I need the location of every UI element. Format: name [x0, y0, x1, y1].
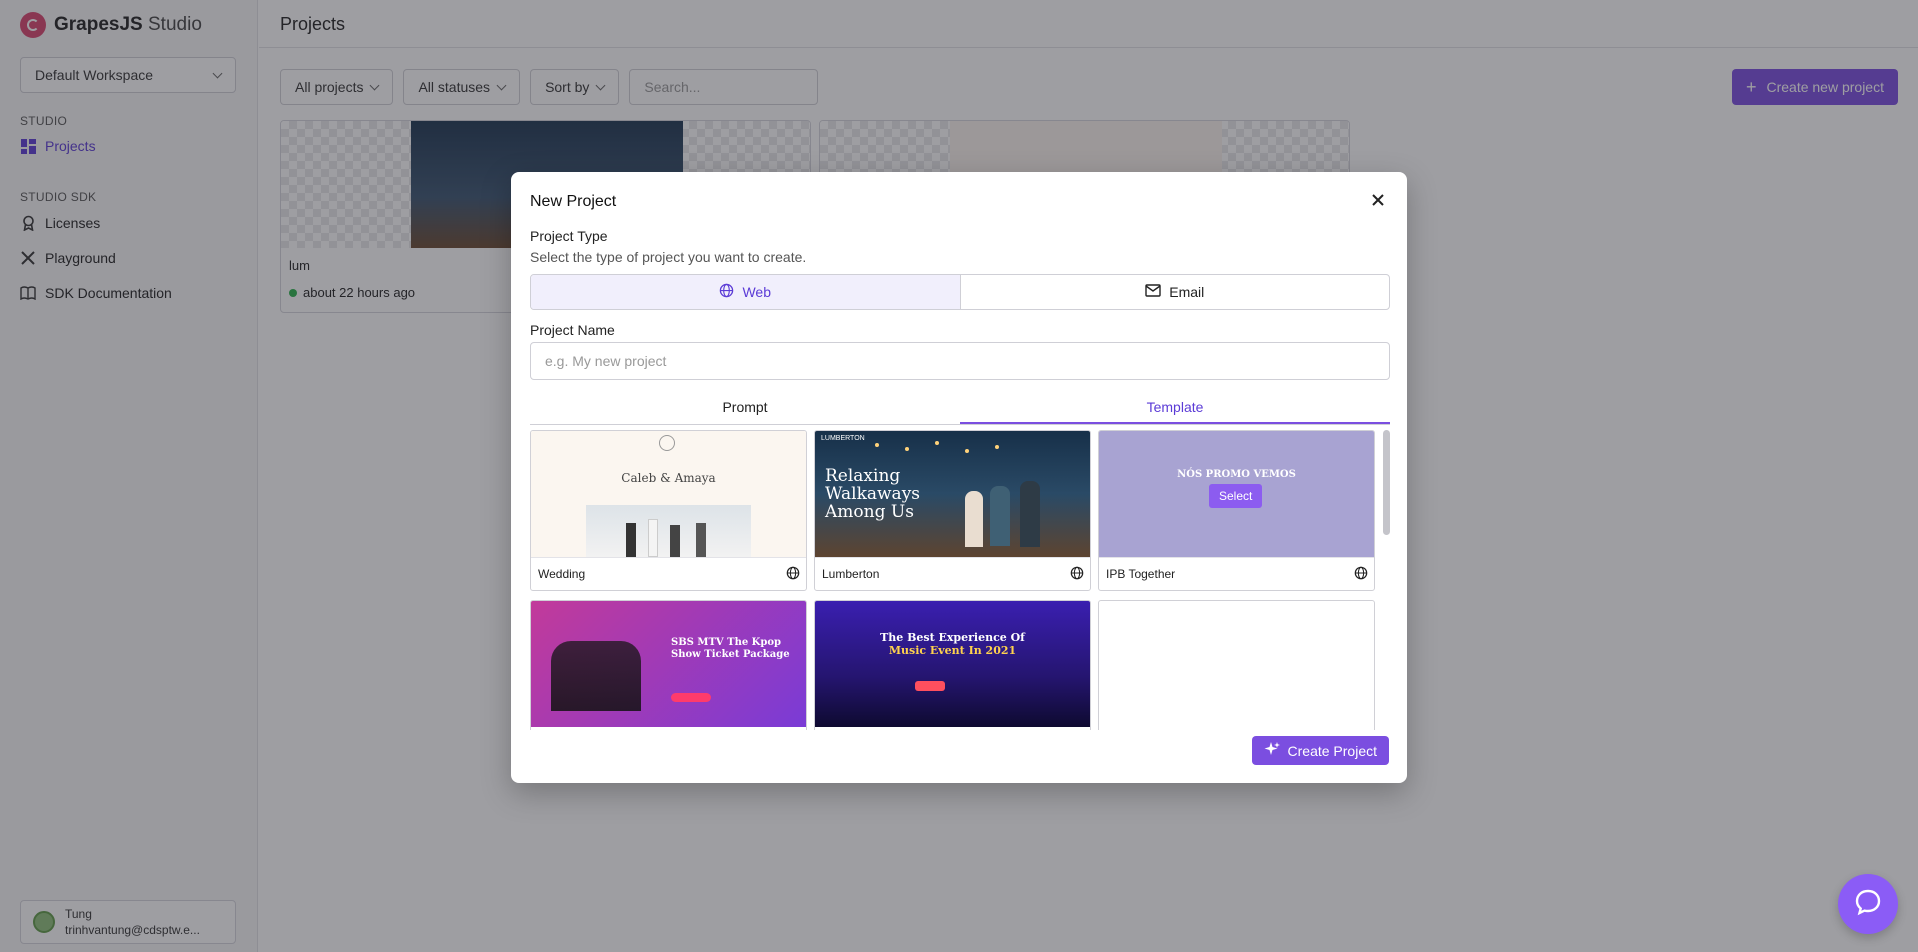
- template-card-music[interactable]: The Best Experience Of Music Event In 20…: [814, 600, 1091, 730]
- kpop-heading: SBS MTV The Kpop Show Ticket Package: [671, 637, 790, 660]
- project-type-selector: Web Email: [530, 274, 1390, 310]
- project-name-input[interactable]: e.g. My new project: [530, 342, 1390, 380]
- tab-template[interactable]: Template: [960, 394, 1390, 424]
- modal-title: New Project: [530, 193, 617, 210]
- sparkles-icon: [1264, 741, 1280, 760]
- template-card-blank[interactable]: [1098, 600, 1375, 730]
- template-card-lumberton[interactable]: LUMBERTON Relaxing Walkaways Among Us Lu…: [814, 430, 1091, 591]
- template-thumbnail: Caleb & Amaya: [531, 431, 806, 557]
- chat-bubble-icon: [1854, 888, 1882, 921]
- template-name: IPB Together: [1106, 567, 1176, 581]
- globe-icon: [719, 283, 734, 301]
- template-footer: Wedding: [531, 557, 806, 590]
- template-grid: Caleb & Amaya Wedding LUMBERTON Relaxing: [530, 430, 1390, 730]
- globe-icon: [1070, 566, 1084, 583]
- template-card-wedding[interactable]: Caleb & Amaya Wedding: [530, 430, 807, 591]
- tab-prompt[interactable]: Prompt: [530, 394, 960, 424]
- wedding-heading: Caleb & Amaya: [621, 471, 716, 485]
- create-project-button[interactable]: Create Project: [1251, 736, 1389, 765]
- select-template-button[interactable]: Select: [1209, 484, 1263, 508]
- project-type-hint: Select the type of project you want to c…: [530, 249, 807, 265]
- type-email-label: Email: [1169, 284, 1205, 300]
- mail-icon: [1145, 284, 1161, 300]
- wedding-photo: [586, 505, 751, 557]
- template-name: Lumberton: [822, 567, 880, 581]
- music-heading: The Best Experience Of Music Event In 20…: [880, 631, 1025, 657]
- mode-tabs: Prompt Template: [530, 394, 1390, 425]
- close-icon[interactable]: [1367, 189, 1389, 211]
- globe-icon: [1354, 566, 1368, 583]
- create-project-label: Create Project: [1287, 742, 1377, 759]
- logo-mark-icon: [659, 435, 675, 451]
- template-footer: IPB Together: [1099, 557, 1374, 590]
- project-type-label: Project Type: [530, 228, 608, 244]
- template-card-ipb-together[interactable]: NÓS PROMO VEMOS Select IPB Together: [1098, 430, 1375, 591]
- template-footer: Lumberton: [815, 557, 1090, 590]
- template-thumbnail: NÓS PROMO VEMOS Select: [1099, 431, 1374, 557]
- globe-icon: [786, 566, 800, 583]
- project-name-label: Project Name: [530, 322, 615, 338]
- template-scrollbar[interactable]: [1383, 430, 1390, 535]
- new-project-modal: New Project Project Type Select the type…: [511, 172, 1407, 783]
- type-web-option[interactable]: Web: [531, 275, 961, 309]
- lumberton-logo: LUMBERTON: [821, 435, 865, 442]
- template-name: Wedding: [538, 567, 586, 581]
- template-thumbnail: The Best Experience Of Music Event In 20…: [815, 601, 1090, 727]
- template-thumbnail: SBS MTV The Kpop Show Ticket Package: [531, 601, 806, 727]
- template-card-kpop[interactable]: SBS MTV The Kpop Show Ticket Package: [530, 600, 807, 730]
- ipb-heading: NÓS PROMO VEMOS: [1177, 469, 1296, 480]
- chat-launcher[interactable]: [1838, 874, 1898, 934]
- type-email-option[interactable]: Email: [961, 275, 1390, 309]
- type-web-label: Web: [742, 284, 772, 300]
- template-thumbnail: LUMBERTON Relaxing Walkaways Among Us: [815, 431, 1090, 557]
- lumberton-heading: Relaxing Walkaways Among Us: [825, 466, 921, 522]
